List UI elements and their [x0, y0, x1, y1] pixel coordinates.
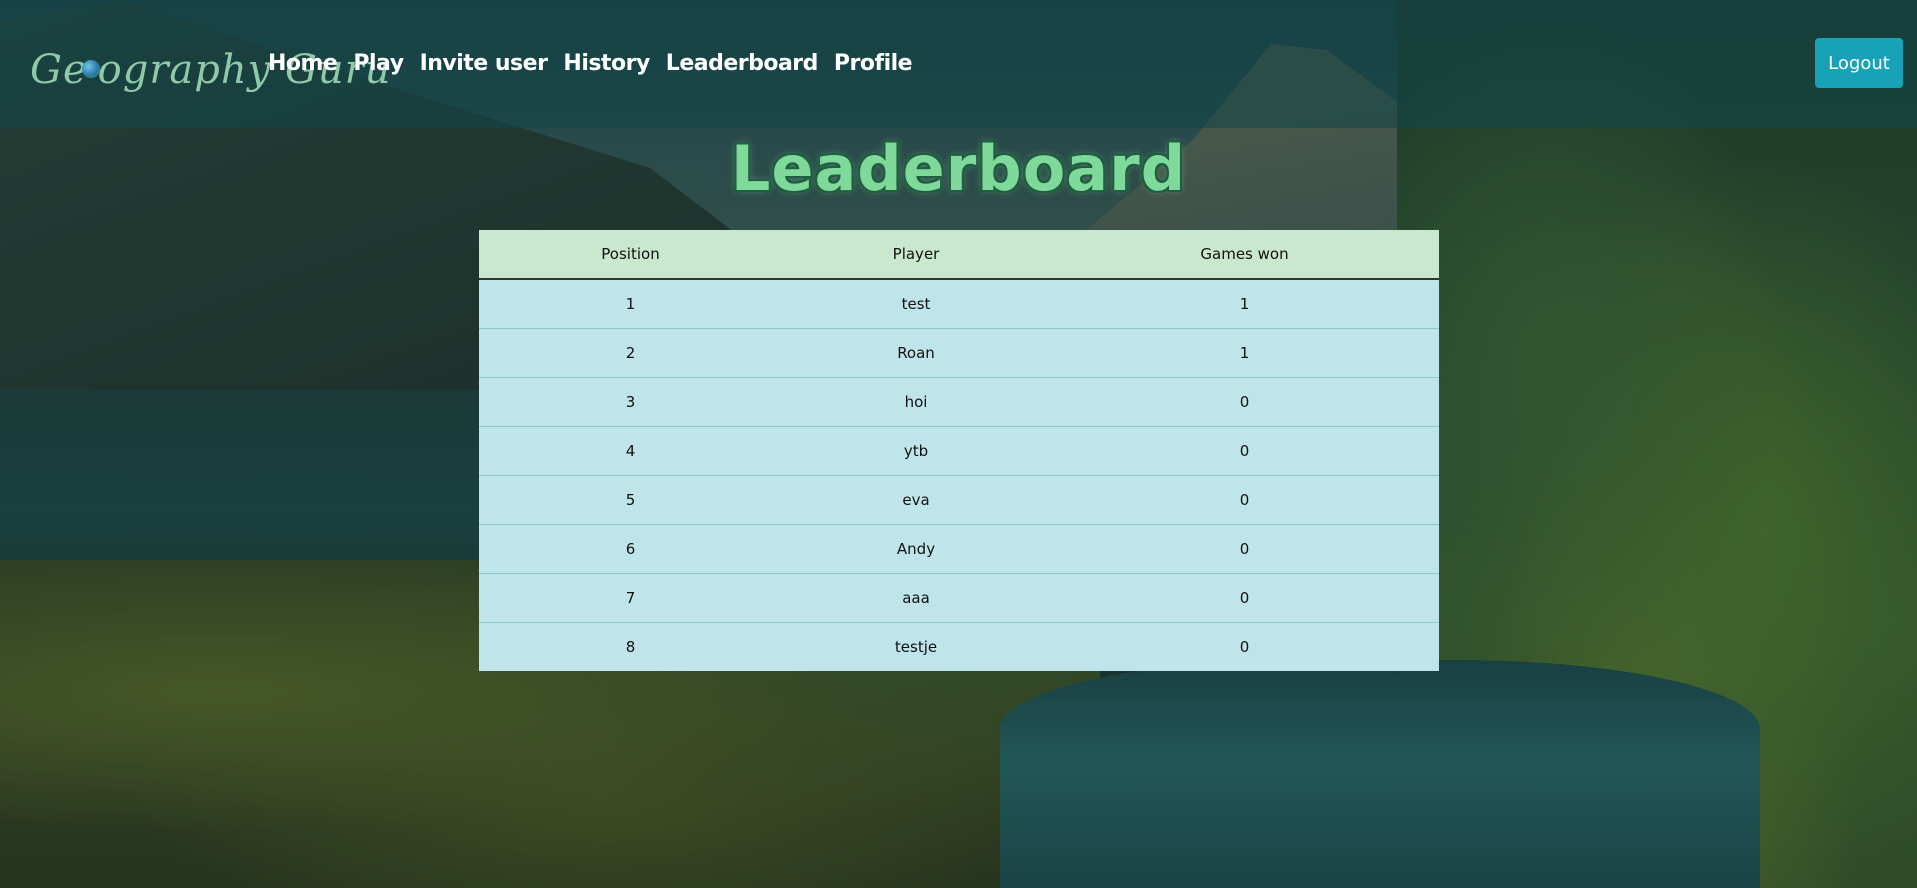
cell-player: hoi — [782, 377, 1050, 427]
cell-games-won: 0 — [1050, 622, 1439, 671]
cell-position: 4 — [479, 426, 782, 476]
table-row: 5 eva 0 — [479, 475, 1439, 525]
top-navbar: Ge ography Guru Home Play Invite user His… — [0, 0, 1917, 128]
cell-position: 7 — [479, 573, 782, 623]
page-title: Leaderboard — [730, 132, 1187, 205]
cell-position: 1 — [479, 279, 782, 329]
column-header-position: Position — [479, 230, 782, 280]
column-header-player: Player — [782, 230, 1050, 280]
cell-games-won: 0 — [1050, 524, 1439, 574]
cell-player: aaa — [782, 573, 1050, 623]
cell-games-won: 1 — [1050, 328, 1439, 378]
cell-player: eva — [782, 475, 1050, 525]
cell-player: testje — [782, 622, 1050, 671]
cell-games-won: 0 — [1050, 426, 1439, 476]
nav-links: Home Play Invite user History Leaderboar… — [268, 44, 913, 84]
table-row: 1 test 1 — [479, 279, 1439, 329]
table-row: 6 Andy 0 — [479, 524, 1439, 574]
cell-games-won: 0 — [1050, 377, 1439, 427]
cell-position: 5 — [479, 475, 782, 525]
cell-games-won: 0 — [1050, 573, 1439, 623]
table-header-row: Position Player Games won — [479, 230, 1439, 280]
table-row: 4 ytb 0 — [479, 426, 1439, 476]
table-row: 2 Roan 1 — [479, 328, 1439, 378]
table-row: 7 aaa 0 — [479, 573, 1439, 623]
table-row: 3 hoi 0 — [479, 377, 1439, 427]
cell-player: ytb — [782, 426, 1050, 476]
nav-link-invite-user[interactable]: Invite user — [420, 44, 548, 84]
logout-button[interactable]: Logout — [1815, 38, 1903, 88]
cell-position: 8 — [479, 622, 782, 671]
nav-link-profile[interactable]: Profile — [834, 44, 913, 84]
nav-link-history[interactable]: History — [563, 44, 650, 84]
cell-player: test — [782, 279, 1050, 329]
leaderboard-table: Position Player Games won 1 test 1 2 Roa… — [479, 230, 1439, 671]
cell-player: Andy — [782, 524, 1050, 574]
column-header-games-won: Games won — [1050, 230, 1439, 280]
cell-position: 2 — [479, 328, 782, 378]
nav-link-home[interactable]: Home — [268, 44, 338, 84]
cell-position: 3 — [479, 377, 782, 427]
table-row: 8 testje 0 — [479, 622, 1439, 671]
cell-games-won: 1 — [1050, 279, 1439, 329]
nav-link-leaderboard[interactable]: Leaderboard — [666, 44, 819, 84]
cell-games-won: 0 — [1050, 475, 1439, 525]
cell-position: 6 — [479, 524, 782, 574]
nav-link-play[interactable]: Play — [353, 44, 404, 84]
cell-player: Roan — [782, 328, 1050, 378]
